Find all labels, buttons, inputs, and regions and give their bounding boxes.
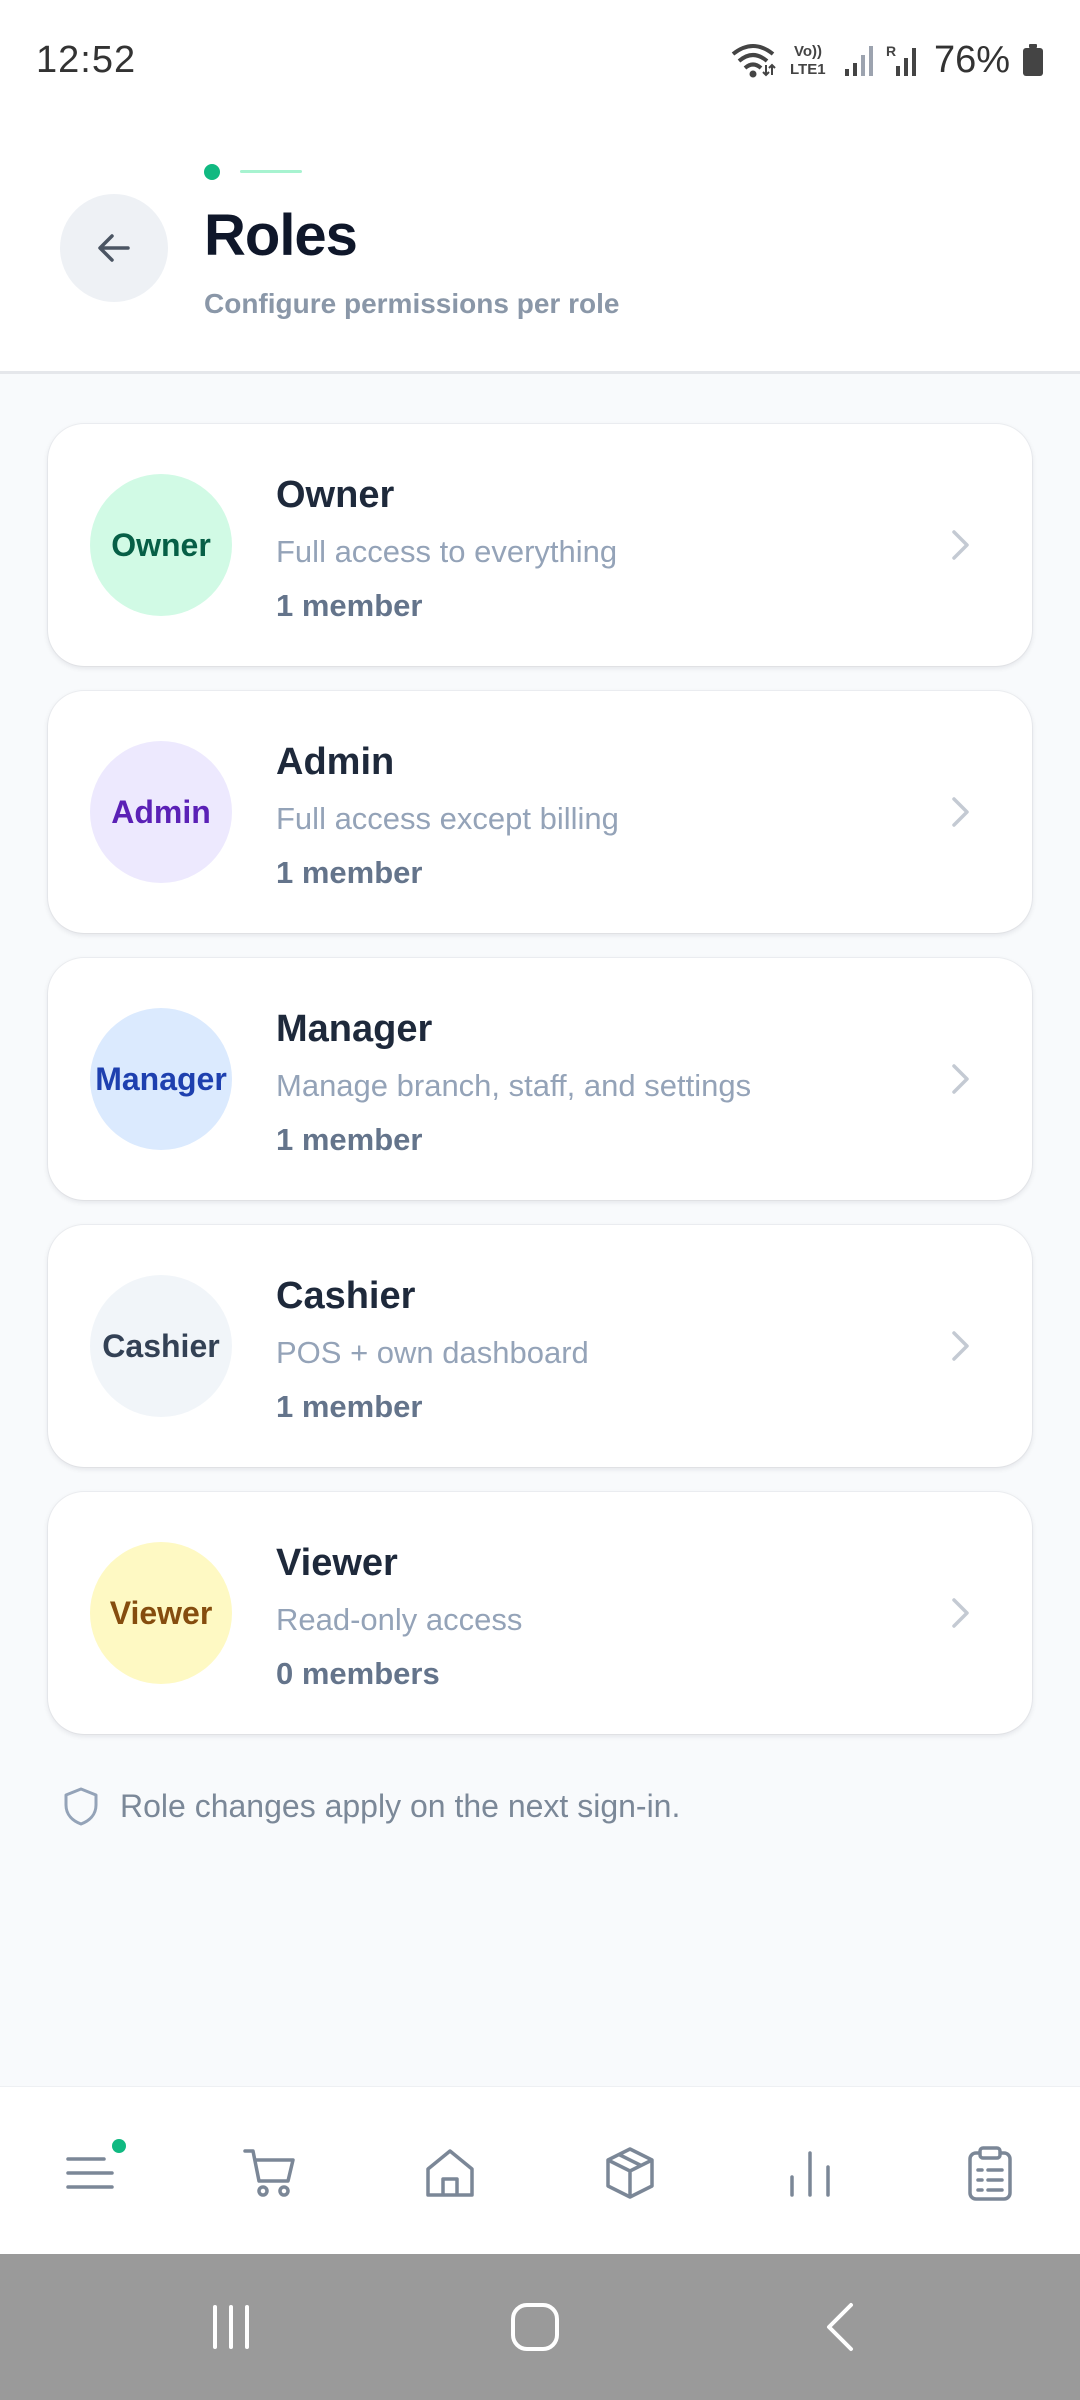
role-card-viewer[interactable]: Viewer Viewer Read-only access 0 members	[48, 1492, 1032, 1734]
role-card-admin[interactable]: Admin Admin Full access except billing 1…	[48, 691, 1032, 933]
step-indicator	[204, 164, 304, 180]
step-dot	[204, 164, 220, 180]
chevron-right-icon	[952, 1598, 969, 1628]
page-title: Roles	[204, 203, 358, 268]
role-avatar: Cashier	[90, 1275, 232, 1417]
cart-icon	[243, 2149, 295, 2197]
role-member-count: 1 member	[276, 588, 423, 623]
menu-icon	[66, 2157, 114, 2189]
role-description: Full access except billing	[276, 801, 619, 836]
role-member-count: 1 member	[276, 1122, 423, 1157]
bottom-nav	[0, 2086, 1080, 2254]
status-icons: Vo)) LTE1 R 76%	[730, 39, 1044, 82]
chevron-right-icon	[952, 530, 969, 560]
roles-screen: 12:52 Vo)) LTE1 R 76% Roles Configure pe…	[0, 0, 1080, 2400]
role-avatar: Owner	[90, 474, 232, 616]
nav-cart[interactable]	[240, 2143, 300, 2203]
clipboard-icon	[968, 2146, 1012, 2201]
role-avatar: Manager	[90, 1008, 232, 1150]
back-button-icon	[827, 2303, 853, 2351]
notification-dot	[112, 2139, 126, 2153]
role-member-count: 0 members	[276, 1656, 440, 1691]
role-list: Owner Owner Full access to everything 1 …	[48, 424, 1032, 1759]
box-icon	[606, 2147, 654, 2199]
role-name: Cashier	[276, 1275, 416, 1317]
chevron-right-icon	[952, 1064, 969, 1094]
recent-apps-button[interactable]	[198, 2294, 264, 2360]
shield-icon	[64, 1787, 98, 1826]
back-button[interactable]	[60, 194, 168, 302]
nav-home[interactable]	[420, 2143, 480, 2203]
system-nav-bar	[0, 2254, 1080, 2400]
svg-text:R: R	[886, 43, 896, 59]
role-card-cashier[interactable]: Cashier Cashier POS + own dashboard 1 me…	[48, 1225, 1032, 1467]
home-icon	[426, 2149, 474, 2197]
role-name: Viewer	[276, 1542, 398, 1584]
note-text: Role changes apply on the next sign-in.	[120, 1787, 681, 1824]
role-name: Owner	[276, 474, 395, 516]
role-card-owner[interactable]: Owner Owner Full access to everything 1 …	[48, 424, 1032, 666]
page-subtitle: Configure permissions per role	[204, 288, 620, 319]
role-card-manager[interactable]: Manager Manager Manage branch, staff, an…	[48, 958, 1032, 1200]
status-time: 12:52	[36, 38, 137, 81]
back-system-button[interactable]	[808, 2294, 874, 2360]
role-avatar: Admin	[90, 741, 232, 883]
nav-tasks[interactable]	[960, 2143, 1020, 2203]
svg-text:LTE1: LTE1	[790, 61, 826, 78]
page-header: Roles Configure permissions per role	[0, 120, 1080, 374]
battery-percent: 76%	[933, 38, 1010, 81]
role-name: Admin	[276, 741, 395, 783]
battery-icon	[1023, 44, 1043, 76]
role-description: Read-only access	[276, 1602, 523, 1637]
step-line	[240, 170, 302, 173]
volte-icon: Vo)) LTE1	[790, 43, 826, 78]
home-button-icon	[511, 2303, 559, 2351]
role-description: Manage branch, staff, and settings	[276, 1068, 752, 1103]
chevron-right-icon	[952, 797, 969, 827]
role-avatar: Viewer	[90, 1542, 232, 1684]
signal-roaming-icon: R	[886, 43, 916, 76]
role-member-count: 1 member	[276, 1389, 423, 1424]
chevron-right-icon	[952, 1331, 969, 1361]
sign-in-note: Role changes apply on the next sign-in.	[62, 1786, 680, 1826]
wifi-icon	[731, 44, 776, 78]
role-description: POS + own dashboard	[276, 1335, 589, 1370]
status-bar: 12:52 Vo)) LTE1 R 76%	[0, 0, 1080, 120]
nav-menu[interactable]	[60, 2139, 126, 2203]
role-name: Manager	[276, 1008, 433, 1050]
recent-apps-icon	[213, 2305, 249, 2349]
bar-chart-icon	[790, 2151, 830, 2197]
nav-reports[interactable]	[780, 2143, 840, 2203]
svg-text:Vo)): Vo))	[794, 43, 822, 60]
home-button[interactable]	[502, 2294, 568, 2360]
role-member-count: 1 member	[276, 855, 423, 890]
arrow-left-icon	[98, 234, 130, 262]
role-description: Full access to everything	[276, 534, 618, 569]
signal-icon	[844, 46, 873, 76]
nav-inventory[interactable]	[600, 2143, 660, 2203]
